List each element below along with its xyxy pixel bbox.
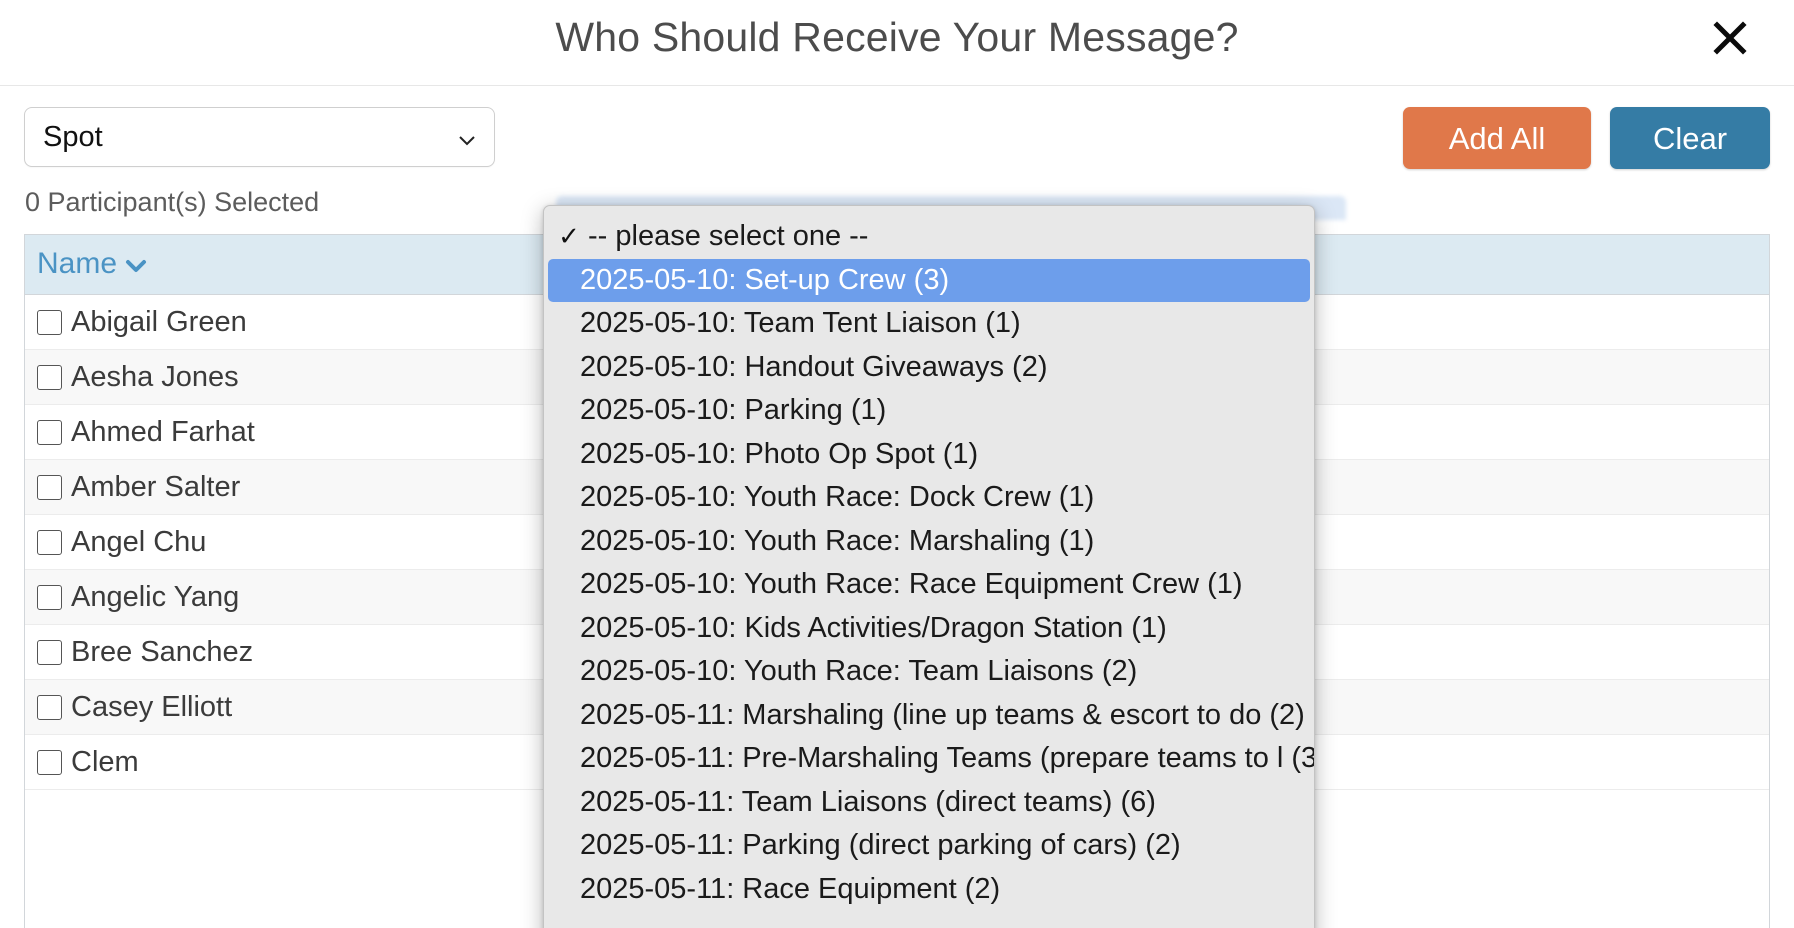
dropdown-option-label: 2025-05-10: Youth Race: Marshaling (1) — [580, 524, 1095, 557]
dropdown-option-label: 2025-05-10: Handout Giveaways (2) — [580, 350, 1048, 383]
dropdown-option-label: 2025-05-10: Photo Op Spot (1) — [580, 437, 979, 470]
participant-name: Clem — [71, 745, 139, 778]
dropdown-option[interactable]: 2025-05-10: Photo Op Spot (1) — [544, 433, 1314, 477]
dropdown-option-label: 2025-05-10: Parking (1) — [580, 394, 887, 427]
spot-select[interactable]: Spot — [24, 107, 495, 167]
dropdown-option-label: 2025-05-10: Team Tent Liaison (1) — [580, 307, 1021, 340]
participant-name: Ahmed Farhat — [71, 415, 255, 448]
participants-selected-count: 0 Participant(s) Selected — [25, 187, 320, 217]
dropdown-option-label: 2025-05-10: Set-up Crew (3) — [580, 263, 950, 296]
dropdown-option-label: 2025-05-11: Marshaling (line up teams & … — [580, 698, 1305, 731]
row-checkbox[interactable] — [37, 529, 62, 555]
dropdown-option-label: 2025-05-10: Youth Race: Race Equipment C… — [580, 568, 1243, 601]
column-header-name-label: Name — [37, 247, 118, 280]
toolbar: Spot Add All Clear — [0, 86, 1794, 178]
dropdown-option[interactable]: 2025-05-11: Pre-Marshaling Teams (prepar… — [544, 737, 1314, 781]
dropdown-option[interactable]: 2025-05-10: Parking (1) — [544, 389, 1314, 433]
participant-name: Angel Chu — [71, 525, 207, 558]
participant-name: Amber Salter — [71, 470, 241, 503]
spot-dropdown-list[interactable]: ✓ -- please select one -- 2025-05-10: Set-… — [543, 205, 1315, 928]
dropdown-option-label: 2025-05-10: Kids Activities/Dragon Stati… — [580, 611, 1167, 644]
row-checkbox[interactable] — [37, 309, 62, 335]
spot-select-value: Spot — [43, 120, 103, 153]
dropdown-option[interactable]: 2025-05-10: Youth Race: Race Equipment C… — [544, 563, 1314, 607]
clear-button[interactable]: Clear — [1610, 107, 1770, 169]
participant-name: Aesha Jones — [71, 360, 239, 393]
row-checkbox[interactable] — [37, 749, 62, 775]
close-icon[interactable] — [1702, 10, 1758, 66]
sort-descending-icon — [125, 248, 147, 282]
row-checkbox[interactable] — [37, 694, 62, 720]
dropdown-option[interactable]: 2025-05-11: Marshaling (line up teams & … — [544, 694, 1314, 738]
modal-header: Who Should Receive Your Message? — [0, 0, 1794, 86]
dropdown-option[interactable]: 2025-05-11: Team Liaisons (direct teams)… — [544, 781, 1314, 825]
dropdown-option[interactable]: 2025-05-11: Parking (direct parking of c… — [544, 824, 1314, 868]
recipient-picker-modal: Who Should Receive Your Message? Spot Ad… — [0, 0, 1794, 928]
dropdown-option-label: 2025-05-11: Race Equipment (2) — [580, 872, 1001, 905]
row-checkbox[interactable] — [37, 364, 62, 390]
check-icon: ✓ — [558, 221, 580, 252]
dropdown-option[interactable]: 2025-05-10: Handout Giveaways (2) — [544, 346, 1314, 390]
dropdown-option-label: 2025-05-11: Team Liaisons (direct teams)… — [580, 785, 1156, 818]
row-checkbox[interactable] — [37, 474, 62, 500]
dropdown-option[interactable]: 2025-05-10: Kids Activities/Dragon Stati… — [544, 607, 1314, 651]
dropdown-option-label: 2025-05-10: Youth Race: Team Liaisons (2… — [580, 655, 1138, 688]
chevron-down-icon — [456, 126, 478, 148]
modal-body: Spot Add All Clear 0 Participant(s) Sele… — [0, 86, 1794, 928]
dropdown-option-label: -- please select one -- — [588, 220, 869, 253]
dropdown-option-label: 2025-05-11: Pre-Marshaling Teams (prepar… — [580, 742, 1315, 775]
participant-name: Casey Elliott — [71, 690, 233, 723]
dropdown-option[interactable]: 2025-05-10: Youth Race: Team Liaisons (2… — [544, 650, 1314, 694]
dropdown-option[interactable]: 2025-05-10: Youth Race: Dock Crew (1) — [544, 476, 1314, 520]
row-checkbox[interactable] — [37, 639, 62, 665]
dropdown-option[interactable]: 2025-05-11: Race Equipment (2) — [544, 868, 1314, 912]
dropdown-option[interactable]: 2025-05-10: Set-up Crew (3) — [548, 258, 1310, 302]
add-all-button[interactable]: Add All — [1403, 107, 1591, 169]
dropdown-option-label: 2025-05-10: Youth Race: Dock Crew (1) — [580, 481, 1095, 514]
row-checkbox[interactable] — [37, 419, 62, 445]
dropdown-option-label: 2025-05-11: Parking (direct parking of c… — [580, 829, 1181, 862]
dropdown-option[interactable]: ✓ -- please select one -- — [544, 215, 1314, 259]
dropdown-option[interactable]: 2025-05-10: Youth Race: Marshaling (1) — [544, 520, 1314, 564]
page-title: Who Should Receive Your Message? — [555, 14, 1239, 60]
participant-name: Abigail Green — [71, 305, 247, 338]
participant-name: Bree Sanchez — [71, 635, 254, 668]
dropdown-option[interactable]: 2025-05-10: Team Tent Liaison (1) — [544, 302, 1314, 346]
row-checkbox[interactable] — [37, 584, 62, 610]
participant-name: Angelic Yang — [71, 580, 240, 613]
